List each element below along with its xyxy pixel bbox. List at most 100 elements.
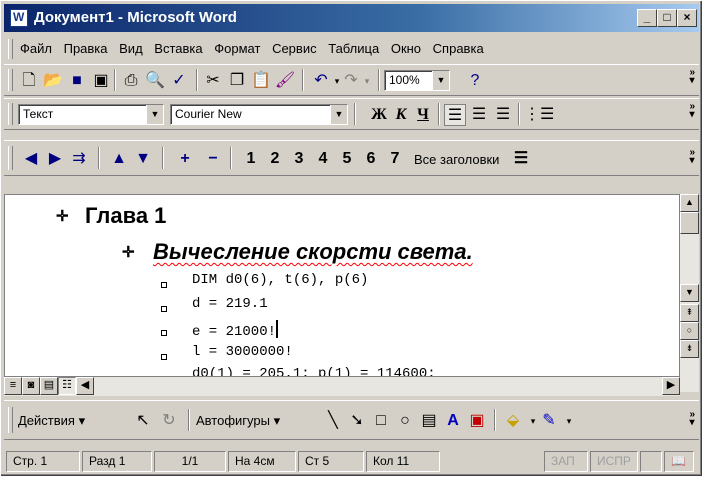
word-app-icon[interactable]: [10, 9, 28, 27]
open-folder-icon[interactable]: 📂: [42, 70, 64, 92]
show-level-7-button[interactable]: 7: [384, 148, 406, 170]
style-dropdown-icon[interactable]: ▼: [146, 105, 163, 124]
code-line-2[interactable]: d = 219.1: [192, 296, 268, 312]
menu-window[interactable]: Окно: [391, 41, 421, 56]
numbering-icon[interactable]: ⋮☰: [524, 104, 554, 126]
close-button[interactable]: ×: [677, 9, 697, 27]
outline-view-icon[interactable]: ☷: [58, 377, 76, 395]
menu-table[interactable]: Таблица: [328, 41, 379, 56]
status-extend[interactable]: [640, 451, 662, 472]
vertical-scrollbar[interactable]: ▲ ▼ ⇞ ○ ⇟: [680, 194, 699, 392]
collapse-icon[interactable]: −: [202, 148, 224, 170]
menu-edit[interactable]: Правка: [64, 41, 108, 56]
print-preview-icon[interactable]: 🔍: [144, 70, 166, 92]
menu-insert[interactable]: Вставка: [154, 41, 202, 56]
maximize-button[interactable]: □: [657, 9, 677, 27]
print-layout-icon[interactable]: ▤: [40, 377, 58, 395]
spelling-icon[interactable]: ✓: [168, 70, 190, 92]
toolbar-grip[interactable]: [8, 407, 13, 433]
minimize-button[interactable]: _: [637, 9, 657, 27]
scroll-down-icon[interactable]: ▼: [680, 284, 699, 302]
spelling-status-icon[interactable]: 📖: [664, 451, 694, 472]
style-combo[interactable]: Текст ▼: [18, 104, 164, 125]
help-icon[interactable]: ?: [464, 70, 486, 92]
menu-help[interactable]: Справка: [433, 41, 484, 56]
show-level-3-button[interactable]: 3: [288, 148, 310, 170]
toolbar-grip[interactable]: [8, 69, 13, 91]
show-formatting-icon[interactable]: ☰: [510, 148, 532, 170]
fill-color-icon[interactable]: ⬙: [502, 410, 524, 432]
code-line-4[interactable]: l = 3000000!: [192, 344, 293, 360]
print-icon[interactable]: ⎙: [120, 70, 142, 92]
text-box-icon[interactable]: ▤: [418, 410, 440, 432]
underline-button[interactable]: Ч: [412, 104, 434, 126]
show-level-1-button[interactable]: 1: [240, 148, 262, 170]
next-page-icon[interactable]: ⇟: [680, 340, 699, 358]
demote-icon[interactable]: ▶: [44, 148, 66, 170]
cut-icon[interactable]: ✂: [202, 70, 224, 92]
toolbar-options-icon[interactable]: » ▾: [689, 410, 695, 428]
font-combo[interactable]: Courier New ▼: [170, 104, 348, 125]
copy-icon[interactable]: ❐: [226, 70, 248, 92]
font-dropdown-icon[interactable]: ▼: [330, 105, 347, 124]
promote-icon[interactable]: ◀: [20, 148, 42, 170]
arrow-icon[interactable]: ➘: [346, 410, 368, 432]
align-center-icon[interactable]: ☰: [468, 104, 490, 126]
align-right-icon[interactable]: ☰: [492, 104, 514, 126]
toolbar-options-icon[interactable]: » ▾: [689, 68, 695, 86]
show-level-5-button[interactable]: 5: [336, 148, 358, 170]
toolbar-options-icon[interactable]: » ▾: [689, 148, 695, 166]
free-rotate-icon[interactable]: ↻: [158, 410, 180, 432]
line-color-dropdown-icon[interactable]: ▾: [558, 410, 580, 432]
menu-grip[interactable]: [8, 39, 13, 59]
scroll-right-icon[interactable]: ▶: [662, 377, 680, 395]
expand-icon[interactable]: +: [174, 148, 196, 170]
rectangle-icon[interactable]: □: [370, 410, 392, 432]
outline-expand-icon[interactable]: ✛: [122, 243, 135, 261]
clip-art-icon[interactable]: ▣: [466, 410, 488, 432]
autoshapes-menu-button[interactable]: Автофигуры ▾: [196, 413, 280, 429]
previous-page-icon[interactable]: ⇞: [680, 304, 699, 322]
menu-file[interactable]: Файл: [20, 41, 52, 56]
code-line-3[interactable]: e = 21000!: [192, 320, 279, 340]
show-all-headings-button[interactable]: Все заголовки: [414, 152, 499, 167]
demote-to-body-icon[interactable]: ⇉: [68, 148, 90, 170]
title-bar[interactable]: Документ1 - Microsoft Word _ □ ×: [4, 4, 699, 32]
paste-icon[interactable]: 📋: [250, 70, 272, 92]
document-area[interactable]: ✛ Глава 1 ✛ Вычесление скорсти света. DI…: [4, 194, 680, 377]
permission-icon[interactable]: ▣: [90, 70, 112, 92]
draw-menu-button[interactable]: Действия ▾: [18, 413, 85, 429]
redo-dropdown-icon[interactable]: ▾: [356, 70, 378, 92]
outline-expand-icon[interactable]: ✛: [56, 207, 69, 225]
show-level-2-button[interactable]: 2: [264, 148, 286, 170]
line-color-icon[interactable]: ✎: [538, 410, 560, 432]
code-line-1[interactable]: DIM d0(6), t(6), p(6): [192, 272, 368, 288]
toolbar-grip[interactable]: [8, 146, 13, 170]
show-level-6-button[interactable]: 6: [360, 148, 382, 170]
wordart-icon[interactable]: A: [442, 410, 464, 432]
select-browse-object-icon[interactable]: ○: [680, 322, 699, 340]
scroll-left-icon[interactable]: ◀: [76, 377, 94, 395]
menu-view[interactable]: Вид: [119, 41, 143, 56]
menu-tools[interactable]: Сервис: [272, 41, 317, 56]
italic-button[interactable]: К: [390, 104, 412, 126]
save-icon[interactable]: ■: [66, 70, 88, 92]
bold-button[interactable]: Ж: [368, 104, 390, 126]
show-level-4-button[interactable]: 4: [312, 148, 334, 170]
select-objects-icon[interactable]: ↖: [132, 410, 154, 432]
zoom-combo[interactable]: 100% ▼: [384, 70, 450, 91]
scroll-thumb[interactable]: [680, 212, 699, 234]
web-view-icon[interactable]: ◙: [22, 377, 40, 395]
heading-level-2[interactable]: Вычесление скорсти света.: [153, 239, 473, 265]
scroll-up-icon[interactable]: ▲: [680, 194, 699, 212]
toolbar-grip[interactable]: [8, 103, 13, 125]
align-left-icon[interactable]: ☰: [444, 104, 466, 126]
zoom-dropdown-icon[interactable]: ▼: [432, 71, 449, 90]
status-macro-record[interactable]: ЗАП: [544, 451, 588, 472]
status-track-changes[interactable]: ИСПР: [590, 451, 638, 472]
new-document-icon[interactable]: 🗋: [18, 70, 40, 92]
format-painter-icon[interactable]: 🖌: [274, 70, 296, 92]
heading-level-1[interactable]: Глава 1: [85, 203, 166, 229]
move-up-icon[interactable]: ▲: [108, 148, 130, 170]
horizontal-scrollbar[interactable]: ≡ ◙ ▤ ☷ ◀ ▶: [4, 377, 680, 396]
